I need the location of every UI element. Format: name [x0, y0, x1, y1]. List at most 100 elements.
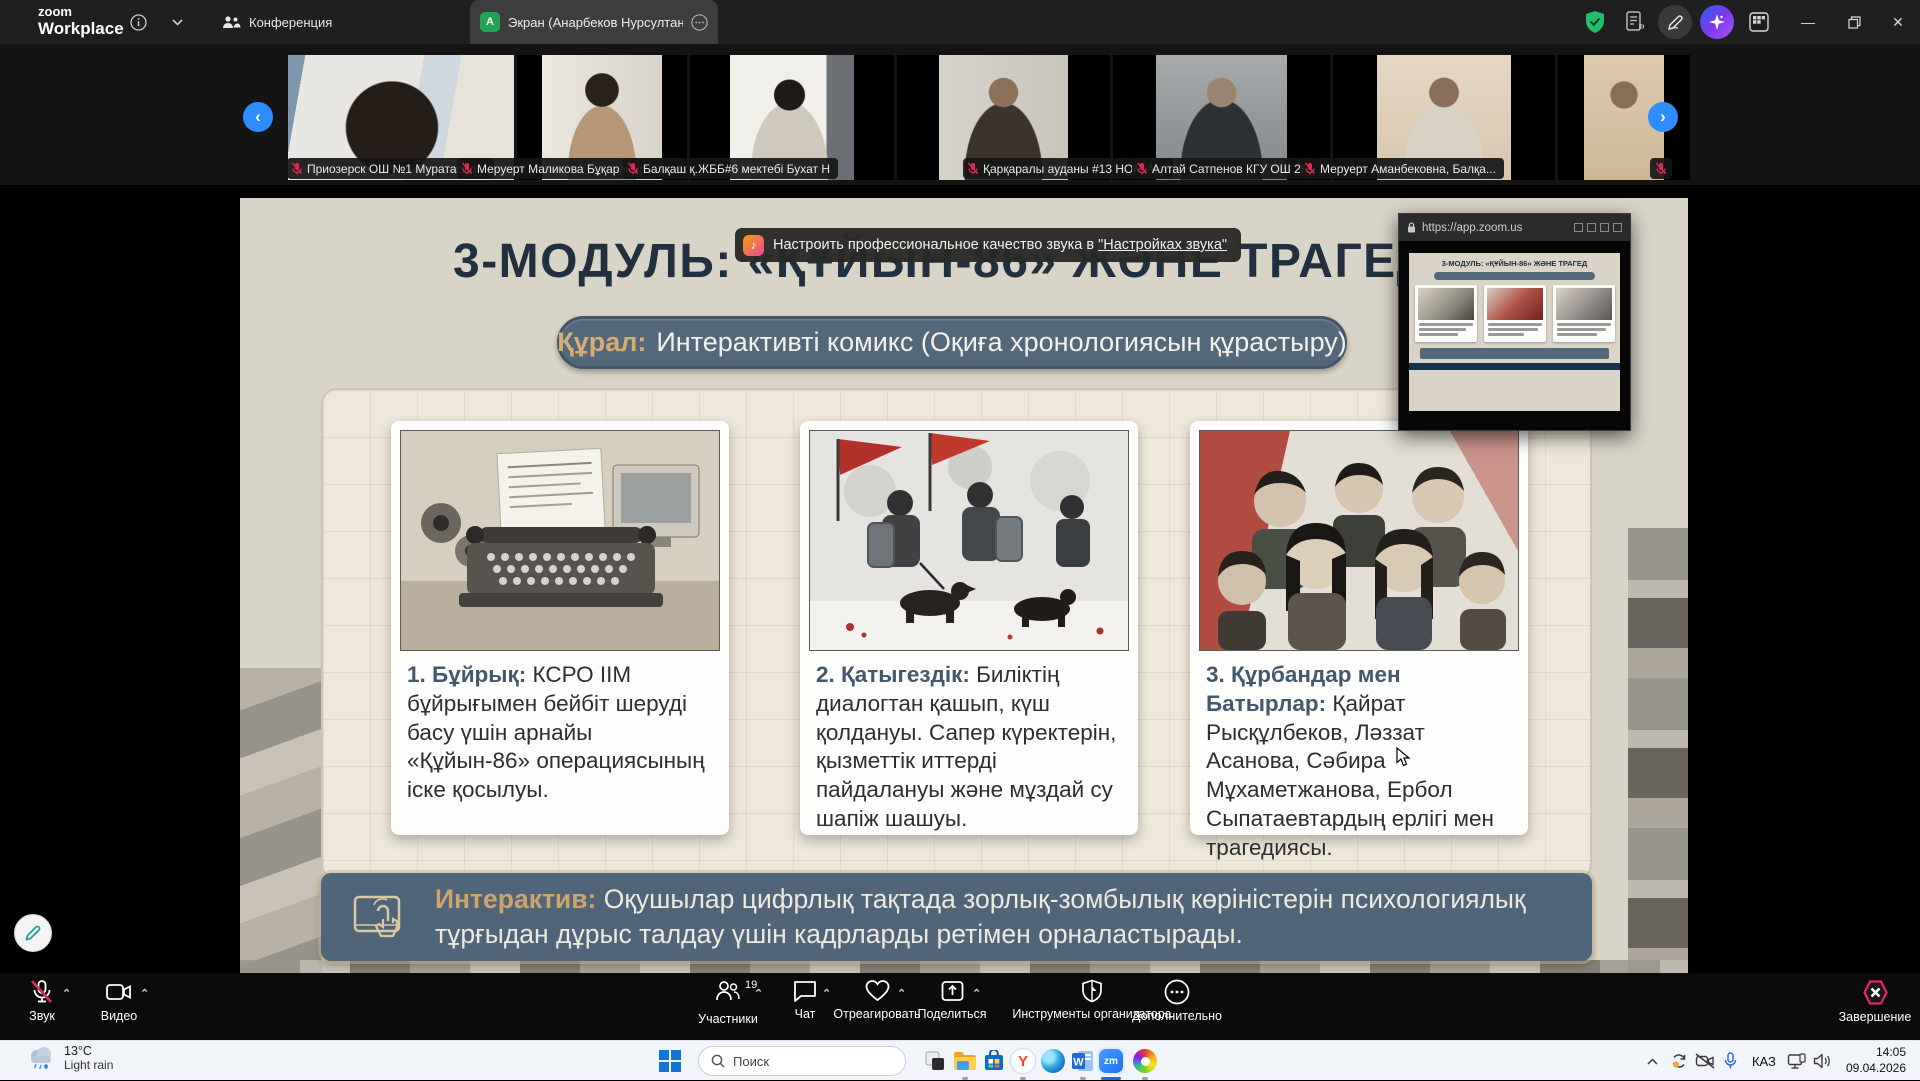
tab-screen-share[interactable]: A Экран (Анарбеков Нурсултан А... — [470, 0, 718, 44]
muted-mic-icon — [1136, 162, 1148, 175]
system-tray: КАЗ 14:05 09.04.2026 — [1640, 1041, 1920, 1081]
pip-window-controls[interactable] — [1574, 223, 1622, 232]
taskbar-search[interactable]: Поиск — [698, 1046, 906, 1076]
pip-slide-thumbnail: 3-МОДУЛЬ: «ҚҰЙЫН-86» ЖӘНЕ ТРАГЕД — [1409, 253, 1620, 411]
music-note-icon: ♪ — [743, 235, 764, 256]
task-view-icon[interactable] — [921, 1047, 949, 1075]
speaker-icon[interactable] — [1810, 1041, 1836, 1081]
file-explorer-icon[interactable] — [951, 1047, 979, 1075]
muted-mic-icon — [291, 162, 303, 175]
chevron-down-icon[interactable] — [162, 0, 192, 44]
zoom-titlebar: zoom Workplace Конференция A Экран (Анар… — [0, 0, 1920, 44]
interactive-bar: Интерактив: Оқушылар цифрлық тақтада зор… — [321, 873, 1592, 961]
slide-card-3: 3. Құрбандар мен Батырлар: Қайрат Рысқұл… — [1190, 421, 1528, 835]
muted-mic-icon — [967, 162, 979, 175]
slide-card-1: 1. Бұйрық: КСРО ІІМ бұйрығымен бейбіт ше… — [391, 421, 729, 835]
tray-time: 14:05 — [1846, 1045, 1906, 1061]
strip-next-button[interactable]: › — [1648, 102, 1678, 132]
close-button[interactable]: ✕ — [1876, 0, 1920, 44]
chat-icon — [792, 979, 818, 1003]
pip-interactive-bar — [1420, 348, 1609, 359]
zoom-toolbar: Звук ⌃ Видео ⌃ 19 Участники ⌃ Чат ⌃ Отре… — [0, 973, 1920, 1040]
word-icon[interactable]: W — [1069, 1047, 1097, 1075]
audio-options-chevron[interactable]: ⌃ — [62, 987, 71, 1000]
photo-collage-left — [240, 668, 322, 973]
apps-grid-icon[interactable] — [1742, 0, 1776, 44]
pip-mini-card — [1553, 285, 1615, 342]
participants-icon — [715, 979, 741, 1003]
minimize-button[interactable]: — — [1786, 0, 1830, 44]
clock[interactable]: 14:05 09.04.2026 — [1836, 1045, 1920, 1076]
search-icon — [711, 1054, 725, 1068]
camera-off-icon[interactable] — [1692, 1041, 1718, 1081]
weather-widget[interactable]: 13°C Light rain — [26, 1044, 113, 1072]
share-button[interactable]: Поделиться — [907, 979, 997, 1021]
camera-icon — [105, 979, 133, 1005]
mouse-cursor — [1396, 747, 1413, 767]
react-chevron[interactable]: ⌃ — [897, 987, 906, 1000]
zoom-app-icon[interactable]: zm — [1097, 1047, 1125, 1075]
strip-prev-button[interactable]: ‹ — [243, 102, 273, 132]
photo-collage-right — [1628, 528, 1688, 973]
weather-temp: 13°C — [64, 1044, 113, 1058]
edge-icon[interactable] — [1039, 1047, 1067, 1075]
svg-text:W: W — [1073, 1057, 1084, 1069]
heart-icon — [864, 979, 891, 1003]
security-shield-icon[interactable] — [1578, 0, 1612, 44]
tab-conference[interactable]: Конференция — [212, 0, 342, 44]
tab-options-icon[interactable] — [691, 13, 708, 32]
video-options-chevron[interactable]: ⌃ — [140, 987, 149, 1000]
slide-subtitle: Құрал: Интерактивті комикс (Оқиға хронол… — [557, 316, 1347, 369]
annotate-pencil-icon[interactable] — [1658, 5, 1692, 39]
language-indicator[interactable]: КАЗ — [1744, 1041, 1784, 1081]
muted-mic-icon — [1655, 162, 1667, 175]
photo-collage-bottom — [240, 960, 1688, 973]
more-button[interactable]: Дополнительно — [1117, 979, 1237, 1023]
yandex-browser-icon[interactable]: Y — [1009, 1047, 1037, 1075]
weather-rain-icon — [26, 1044, 56, 1072]
pip-footer-bar — [1409, 363, 1620, 370]
participant-name: Балқаш қ.ЖББ#6 мектебі Бухат Н — [623, 158, 838, 179]
share-chevron[interactable]: ⌃ — [972, 987, 981, 1000]
pip-url: https://app.zoom.us — [1422, 222, 1522, 234]
participant-avatar: A — [480, 12, 500, 32]
typewriter-illustration — [400, 430, 720, 651]
video-strip: ‹ › Приозерск ОШ №1 Муратасил... М — [0, 44, 1920, 185]
muted-mic-icon — [627, 162, 639, 175]
mic-in-use-icon[interactable] — [1718, 1041, 1744, 1081]
pip-slide-title: 3-МОДУЛЬ: «ҚҰЙЫН-86» ЖӘНЕ ТРАГЕД — [1414, 259, 1615, 268]
share-screen-icon — [940, 979, 965, 1003]
lock-icon — [1407, 222, 1416, 233]
muted-mic-icon — [1304, 162, 1316, 175]
captions-icon[interactable] — [1618, 0, 1652, 44]
pip-preview-window[interactable]: https://app.zoom.us 3-МОДУЛЬ: «ҚҰЙЫН-86»… — [1398, 213, 1631, 431]
annotation-pencil-button[interactable] — [14, 914, 52, 952]
network-display-icon[interactable] — [1784, 1041, 1810, 1081]
tray-chevron-icon[interactable] — [1640, 1041, 1666, 1081]
sound-settings-link[interactable]: "Настройках звука" — [1098, 237, 1227, 253]
weather-condition: Light rain — [64, 1058, 113, 1072]
end-meeting-button[interactable]: Завершение — [1830, 979, 1920, 1024]
info-icon[interactable] — [122, 0, 154, 44]
end-meeting-icon — [1862, 979, 1889, 1006]
host-tools-shield-icon — [1081, 979, 1103, 1003]
ai-companion-icon[interactable] — [1700, 5, 1734, 39]
card-3-text: 3. Құрбандар мен Батырлар: Қайрат Рысқұл… — [1199, 651, 1519, 863]
zoom-workplace-logo: zoom Workplace — [38, 5, 124, 37]
soldiers-illustration — [809, 430, 1129, 651]
browser-swirl-icon[interactable] — [1131, 1047, 1159, 1075]
windows-taskbar: 13°C Light rain Поиск Y W — [0, 1040, 1920, 1080]
chat-chevron[interactable]: ⌃ — [822, 987, 831, 1000]
restore-button[interactable] — [1832, 0, 1876, 44]
video-button[interactable]: Видео — [74, 979, 164, 1023]
tab-screen-share-label: Экран (Анарбеков Нурсултан А... — [508, 15, 683, 30]
sync-icon[interactable] — [1666, 1041, 1692, 1081]
interactive-text: Интерактив: Оқушылар цифрлық тақтада зор… — [435, 882, 1592, 952]
pip-titlebar[interactable]: https://app.zoom.us — [1399, 214, 1630, 241]
audio-quality-toast: ♪ Настроить профессиональное качество зв… — [735, 228, 1241, 262]
tab-conference-label: Конференция — [249, 15, 332, 30]
ms-store-icon[interactable] — [980, 1047, 1008, 1075]
start-button[interactable] — [656, 1047, 684, 1075]
pip-mini-card — [1484, 285, 1546, 342]
participant-name-partial — [1650, 158, 1672, 179]
